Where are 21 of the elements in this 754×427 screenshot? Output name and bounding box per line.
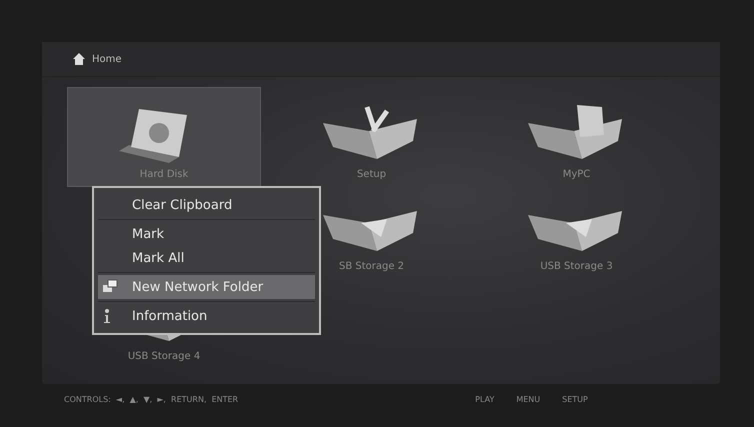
menu-item[interactable]: Clear Clipboard <box>98 193 315 217</box>
info-icon <box>102 308 112 324</box>
tile-label: USB Storage 3 <box>540 261 613 272</box>
key-hint: PLAY <box>475 394 494 404</box>
folder-tile[interactable]: Setup <box>277 87 466 187</box>
tile-label: SB Storage 2 <box>338 261 404 272</box>
computers-icon <box>102 279 118 295</box>
header-title: Home <box>92 54 122 64</box>
tile-label: MyPC <box>562 169 590 180</box>
key-hint: MENU <box>516 394 540 404</box>
tile-label: USB Storage 4 <box>128 351 200 362</box>
tile-label: Setup <box>356 169 386 180</box>
folder-tile[interactable]: Hard Disk <box>67 87 261 187</box>
home-icon <box>72 52 86 66</box>
folder-tile[interactable]: MyPC <box>482 87 671 187</box>
folder-tile[interactable]: USB Storage 3 <box>482 187 671 279</box>
controls-hint: CONTROLS: ◄, ▲, ▼, ►, RETURN, ENTER <box>64 394 238 404</box>
tile-label: Hard Disk <box>140 169 188 180</box>
menu-item[interactable]: New Network Folder <box>98 275 315 299</box>
menu-item[interactable]: Information <box>98 304 315 328</box>
key-hint: SETUP <box>562 394 588 404</box>
